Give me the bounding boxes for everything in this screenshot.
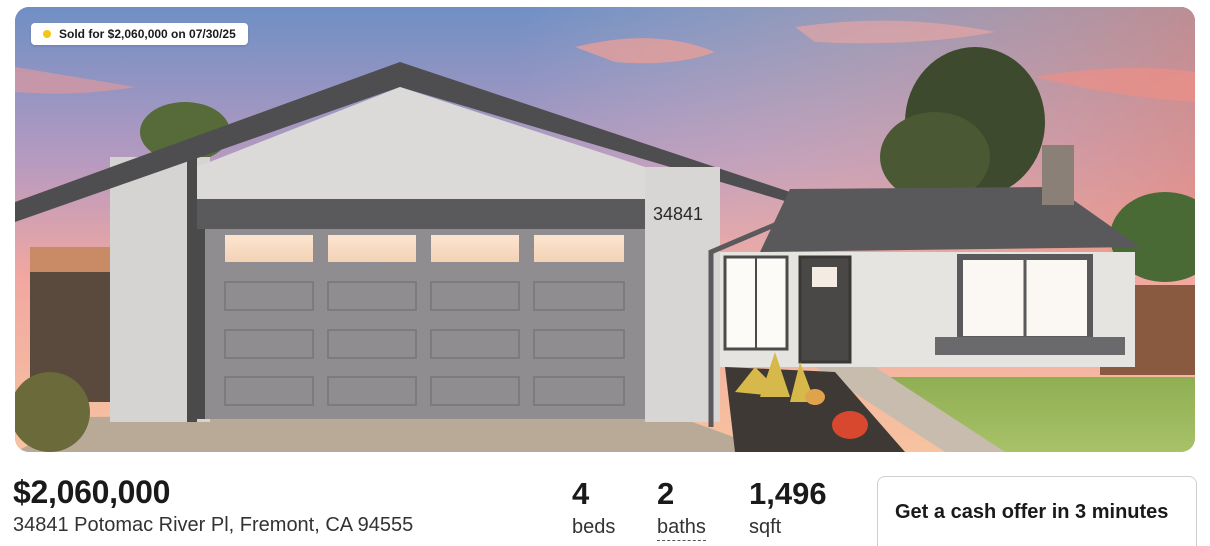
sqft-stat: 1,496 sqft: [749, 476, 827, 540]
sqft-value: 1,496: [749, 476, 827, 511]
sold-status-text: Sold for $2,060,000 on 07/30/25: [59, 27, 236, 41]
beds-value: 4: [572, 476, 590, 511]
house-number: 34841: [653, 204, 703, 224]
listing-price: $2,060,000: [13, 474, 171, 510]
beds-stat: 4 beds: [572, 476, 615, 540]
baths-label[interactable]: baths: [657, 514, 706, 541]
beds-label: beds: [572, 516, 616, 538]
sold-status-badge: Sold for $2,060,000 on 07/30/25: [31, 23, 248, 45]
listing-address: 34841 Potomac River Pl, Fremont, CA 9455…: [13, 514, 414, 536]
sqft-label: sqft: [749, 516, 782, 538]
status-dot-icon: [43, 30, 51, 38]
house-photo-illustration: 34841: [15, 7, 1195, 452]
baths-value: 2: [657, 476, 675, 511]
baths-stat: 2 baths: [657, 476, 706, 541]
cash-offer-button[interactable]: Get a cash offer in 3 minutes: [877, 476, 1197, 546]
listing-photo[interactable]: 34841: [15, 7, 1195, 452]
